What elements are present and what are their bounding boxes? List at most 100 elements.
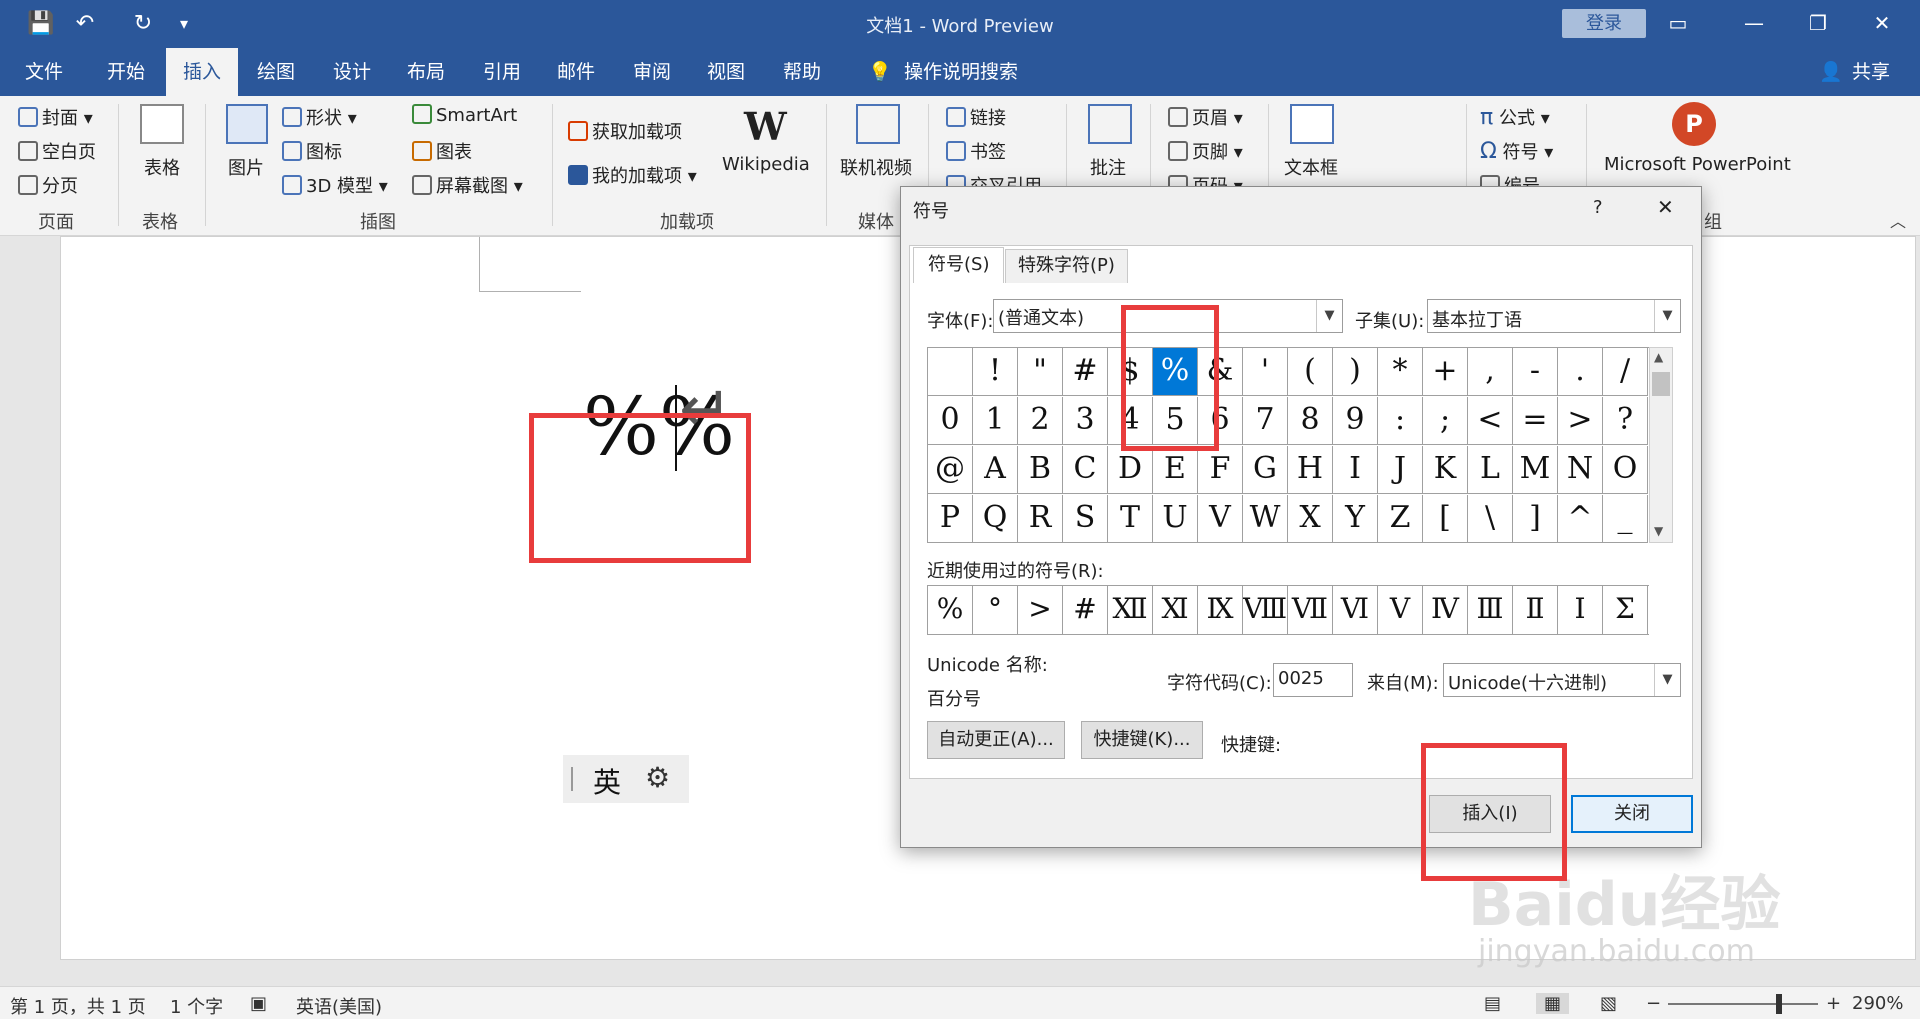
symbol-grid[interactable]: ! " # $% & '() * +, -./0 1 2 3 4 5 6 7 8 9:; < = >? @ A B C D E F G H… [927, 347, 1649, 543]
chevron-down-icon[interactable]: ▼ [1654, 664, 1680, 696]
symbol-cell[interactable]: ] [1513, 495, 1558, 543]
recent-symbol-cell[interactable]: Ⅺ [1153, 586, 1198, 634]
symbol-cell[interactable]: : [1378, 397, 1423, 445]
recent-symbol-cell[interactable]: Ⅵ [1333, 586, 1378, 634]
symbol-cell[interactable]: U [1153, 495, 1198, 543]
tab-layout[interactable]: 布局 [396, 48, 456, 96]
zoom-level[interactable]: 290% [1852, 993, 1903, 1014]
link-button[interactable]: 链接 [946, 104, 1006, 130]
table-button[interactable]: 表格 [144, 154, 180, 180]
symbol-cell[interactable]: D [1108, 446, 1153, 494]
cover-page-button[interactable]: 封面 ▾ [18, 104, 93, 130]
shapes-button[interactable]: 形状 ▾ [282, 104, 357, 130]
footer-button[interactable]: 页脚 ▾ [1168, 138, 1243, 164]
symbol-cell[interactable]: ' [1243, 348, 1288, 396]
powerpoint-icon[interactable]: P [1672, 102, 1716, 146]
symbol-cell[interactable]: < [1468, 397, 1513, 445]
login-button[interactable]: 登录 [1562, 9, 1646, 38]
powerpoint-button[interactable]: Microsoft PowerPoint [1604, 154, 1791, 175]
symbol-cell[interactable]: > [1558, 397, 1603, 445]
symbol-cell[interactable]: = [1513, 397, 1558, 445]
recent-symbol-cell[interactable]: > [1018, 586, 1063, 634]
recent-symbol-cell[interactable]: Ⅻ [1108, 586, 1153, 634]
page-break-button[interactable]: 分页 [18, 172, 78, 198]
word-count[interactable]: 1 个字 [170, 993, 223, 1019]
chevron-down-icon[interactable]: ▼ [1654, 300, 1680, 332]
tab-design[interactable]: 设计 [322, 48, 382, 96]
symbol-cell[interactable]: 3 [1063, 397, 1108, 445]
symbol-cell[interactable]: ^ [1558, 495, 1603, 543]
comment-button[interactable]: 批注 [1090, 154, 1126, 180]
header-button[interactable]: 页眉 ▾ [1168, 104, 1243, 130]
tell-me-search[interactable]: 操作说明搜索 [900, 48, 1022, 96]
recent-symbol-cell[interactable]: Ⅴ [1378, 586, 1423, 634]
symbol-cell[interactable]: X [1288, 495, 1333, 543]
symbol-cell[interactable]: C [1063, 446, 1108, 494]
symbol-cell[interactable]: 1 [973, 397, 1018, 445]
symbol-cell[interactable]: T [1108, 495, 1153, 543]
scrollbar-thumb[interactable] [1652, 372, 1670, 396]
ime-mode[interactable]: 英 [593, 761, 621, 801]
tab-references[interactable]: 引用 [472, 48, 532, 96]
symbol-cell[interactable]: I [1333, 446, 1378, 494]
recent-symbol-cell[interactable]: Ⅰ [1558, 586, 1603, 634]
symbol-cell[interactable]: S [1063, 495, 1108, 543]
symbol-cell[interactable]: A [973, 446, 1018, 494]
zoom-in-icon[interactable]: + [1826, 993, 1841, 1014]
char-code-input[interactable]: 0025 [1273, 663, 1353, 697]
recent-symbol-cell[interactable]: Ⅱ [1513, 586, 1558, 634]
recent-symbol-cell[interactable]: Ⅸ [1198, 586, 1243, 634]
subset-select[interactable]: 基本拉丁语 ▼ [1427, 299, 1681, 333]
lightbulb-icon[interactable]: 💡 [860, 48, 900, 96]
equation-button[interactable]: π 公式 ▾ [1480, 104, 1550, 130]
symbol-cell[interactable]: 8 [1288, 397, 1333, 445]
print-layout-icon[interactable]: ▦ [1536, 993, 1570, 1014]
symbol-cell[interactable]: 7 [1243, 397, 1288, 445]
symbol-cell[interactable]: ? [1603, 397, 1648, 445]
symbol-cell[interactable]: N [1558, 446, 1603, 494]
shortcut-key-button[interactable]: 快捷键(K)... [1081, 721, 1203, 759]
blank-page-button[interactable]: 空白页 [18, 138, 96, 164]
symbol-cell[interactable]: 0 [928, 397, 973, 445]
symbol-cell[interactable]: / [1603, 348, 1648, 396]
ime-toolbar[interactable]: 英 ⚙ [563, 755, 689, 803]
symbol-cell[interactable]: ( [1288, 348, 1333, 396]
zoom-slider[interactable] [1668, 1003, 1818, 1005]
textbox-icon[interactable] [1290, 104, 1334, 144]
symbol-cell[interactable]: , [1468, 348, 1513, 396]
smartart-button[interactable]: SmartArt [412, 104, 517, 126]
picture-icon[interactable] [226, 104, 268, 144]
symbol-cell[interactable]: B [1018, 446, 1063, 494]
collapse-ribbon-icon[interactable]: ︿ [1890, 208, 1906, 232]
zoom-out-icon[interactable]: − [1646, 993, 1661, 1014]
comment-icon[interactable] [1088, 104, 1132, 144]
ime-settings-icon[interactable]: ⚙ [645, 761, 670, 794]
screenshot-button[interactable]: 屏幕截图 ▾ [412, 172, 523, 198]
tab-help[interactable]: 帮助 [772, 48, 832, 96]
share-button[interactable]: 共享 [1846, 48, 1896, 96]
symbol-cell[interactable]: 9 [1333, 397, 1378, 445]
dialog-close-icon[interactable]: ✕ [1657, 195, 1674, 219]
close-window-icon[interactable]: ✕ [1862, 8, 1902, 38]
textbox-button[interactable]: 文本框 [1284, 154, 1338, 180]
recent-symbol-cell[interactable]: Ⅲ [1468, 586, 1513, 634]
language[interactable]: 英语(美国) [296, 993, 382, 1019]
autocorrect-button[interactable]: 自动更正(A)... [927, 721, 1065, 759]
get-addins-button[interactable]: 获取加载项 [568, 118, 682, 144]
icons-button[interactable]: 图标 [282, 138, 342, 164]
symbol-button[interactable]: Ω 符号 ▾ [1480, 138, 1553, 164]
symbol-cell[interactable]: " [1018, 348, 1063, 396]
table-icon[interactable] [140, 104, 184, 144]
recent-symbol-cell[interactable]: Ⅶ [1288, 586, 1333, 634]
scroll-up-icon[interactable]: ▲ [1654, 350, 1663, 364]
scroll-down-icon[interactable]: ▼ [1654, 524, 1663, 538]
symbol-cell[interactable]: ; [1423, 397, 1468, 445]
symbol-cell[interactable]: Q [973, 495, 1018, 543]
tab-view[interactable]: 视图 [696, 48, 756, 96]
3d-model-button[interactable]: 3D 模型 ▾ [282, 172, 388, 198]
tab-home[interactable]: 开始 [94, 48, 158, 96]
symbol-cell[interactable]: E [1153, 446, 1198, 494]
tab-insert[interactable]: 插入 [166, 48, 238, 96]
restore-icon[interactable]: ❐ [1798, 8, 1838, 38]
tab-draw[interactable]: 绘图 [246, 48, 306, 96]
